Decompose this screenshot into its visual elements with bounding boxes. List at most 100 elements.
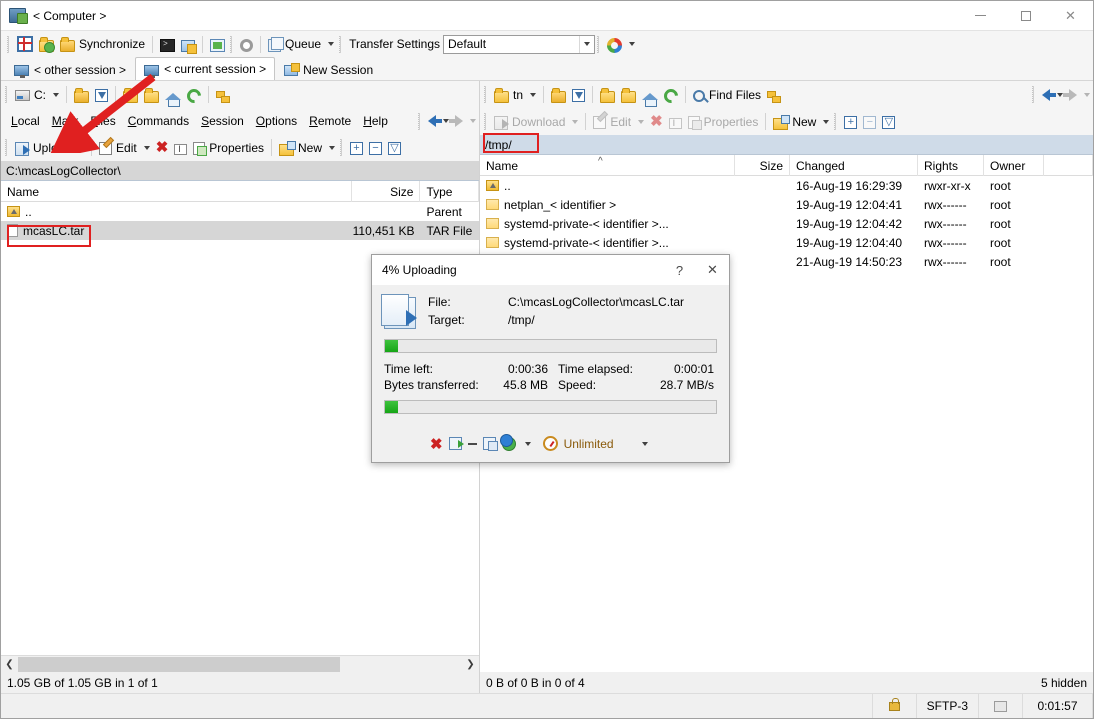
menu-options[interactable]: Options xyxy=(250,112,303,130)
dialog-file-label: File: xyxy=(428,295,508,311)
open-directory-button[interactable] xyxy=(71,83,92,106)
menu-bar: Local Mark Files Commands Session Option… xyxy=(1,108,479,134)
chevron-down-icon[interactable] xyxy=(525,442,531,446)
local-select-button[interactable]: + xyxy=(347,136,366,159)
local-properties-button[interactable]: Properties xyxy=(190,136,267,159)
session-tab-other[interactable]: < other session > xyxy=(5,58,135,80)
remote-path-bar[interactable]: /tmp/ xyxy=(480,135,1093,155)
local-column-type[interactable]: Type xyxy=(420,181,479,202)
on-completion-icon[interactable] xyxy=(502,437,516,451)
scroll-right-button[interactable]: ❯ xyxy=(462,657,479,672)
scroll-thumb[interactable] xyxy=(18,657,340,672)
remote-directory-select[interactable]: tn xyxy=(491,83,539,106)
new-directory-button[interactable] xyxy=(141,83,162,106)
rename-icon xyxy=(669,118,682,129)
status-note[interactable] xyxy=(979,694,1023,718)
synchronize-button[interactable]: Synchronize xyxy=(57,33,148,56)
local-horizontal-scrollbar[interactable]: ❮ ❯ xyxy=(1,655,479,672)
local-edit-label: Edit xyxy=(116,141,137,155)
filter-button[interactable] xyxy=(92,83,111,106)
queue-button[interactable]: Queue xyxy=(265,33,337,56)
table-row[interactable]: .. Parent xyxy=(1,202,479,221)
status-protocol[interactable]: SFTP-3 xyxy=(917,694,979,718)
dialog-help-button[interactable]: ? xyxy=(663,255,696,285)
menu-mark[interactable]: Mark xyxy=(46,112,85,130)
remote-directory-tree-button[interactable] xyxy=(764,83,784,106)
menu-local[interactable]: Local xyxy=(5,112,46,130)
remote-new-directory-button[interactable] xyxy=(618,83,639,106)
session-tab-current[interactable]: < current session > xyxy=(135,57,275,80)
folder-icon xyxy=(486,237,499,248)
table-row[interactable]: .. 16-Aug-19 16:29:39 rwxr-xr-x root xyxy=(480,176,1093,195)
local-path-bar[interactable]: C:\mcasLogCollector\ xyxy=(1,161,479,181)
remote-select-button[interactable]: + xyxy=(841,110,860,133)
menu-files[interactable]: Files xyxy=(84,112,121,130)
queue-icon[interactable] xyxy=(483,437,496,450)
scroll-track[interactable] xyxy=(18,657,462,672)
maximize-button[interactable] xyxy=(1003,1,1048,30)
remote-column-rights[interactable]: Rights xyxy=(918,155,984,176)
local-unselect-button[interactable]: − xyxy=(366,136,385,159)
transfer-settings-select[interactable]: Default xyxy=(443,35,595,54)
home-directory-button[interactable] xyxy=(162,83,184,106)
local-new-button[interactable]: New xyxy=(276,136,338,159)
refresh-color-icon xyxy=(607,38,622,53)
local-selection-filter-button[interactable]: ▽ xyxy=(385,136,404,159)
speed-limit-icon[interactable] xyxy=(543,436,558,451)
local-delete-button[interactable]: ✖ xyxy=(153,136,172,159)
remote-row-1-changed: 19-Aug-19 12:04:41 xyxy=(790,198,918,212)
find-files-button[interactable]: Find Files xyxy=(690,83,764,106)
refresh-button[interactable] xyxy=(184,83,204,106)
open-terminal-button[interactable] xyxy=(157,33,178,56)
keep-remote-dir-updated-button[interactable] xyxy=(207,33,228,56)
open-in-putty-button[interactable] xyxy=(178,33,198,56)
remote-column-size[interactable]: Size xyxy=(735,155,790,176)
menu-remote[interactable]: Remote xyxy=(303,112,357,130)
refresh-color-button[interactable] xyxy=(604,33,638,56)
sync-panes-button[interactable] xyxy=(14,33,36,56)
remote-back-button[interactable] xyxy=(1039,83,1066,106)
parent-directory-button[interactable] xyxy=(120,83,141,106)
close-button[interactable]: ✕ xyxy=(1048,1,1093,30)
remote-selection-filter-button[interactable]: ▽ xyxy=(879,110,898,133)
upload-button[interactable]: Upload xyxy=(12,136,87,159)
local-edit-button[interactable]: Edit xyxy=(96,136,153,159)
minimize-icon[interactable] xyxy=(468,443,477,445)
minimize-button[interactable] xyxy=(958,1,1003,30)
remote-column-owner[interactable]: Owner xyxy=(984,155,1044,176)
chevron-down-icon xyxy=(329,146,335,150)
table-row[interactable]: systemd-private-< identifier >... 19-Aug… xyxy=(480,233,1093,252)
scroll-left-button[interactable]: ❮ xyxy=(1,657,18,672)
chevron-down-icon[interactable] xyxy=(642,442,648,446)
remote-home-button[interactable] xyxy=(639,83,661,106)
skip-icon[interactable] xyxy=(449,437,462,450)
transfer-settings-label: Transfer Settings xyxy=(349,37,440,51)
remote-filter-button[interactable] xyxy=(569,83,588,106)
chevron-down-icon[interactable] xyxy=(579,36,594,53)
back-button[interactable] xyxy=(425,110,452,133)
remote-open-directory-button[interactable] xyxy=(548,83,569,106)
remote-column-name[interactable]: Name ^ xyxy=(480,155,735,176)
directory-tree-button[interactable] xyxy=(213,83,233,106)
menu-commands[interactable]: Commands xyxy=(122,112,195,130)
cancel-icon[interactable]: ✖ xyxy=(430,435,443,453)
table-row[interactable]: mcasLC.tar 1,110,451 KB TAR File xyxy=(1,221,479,240)
table-row[interactable]: netplan_< identifier > 19-Aug-19 12:04:4… xyxy=(480,195,1093,214)
menu-help[interactable]: Help xyxy=(357,112,394,130)
synchronize-browsing-button[interactable] xyxy=(36,33,57,56)
local-column-name[interactable]: Name xyxy=(1,181,352,202)
remote-refresh-button[interactable] xyxy=(661,83,681,106)
table-row[interactable]: systemd-private-< identifier >... 19-Aug… xyxy=(480,214,1093,233)
dialog-close-button[interactable]: ✕ xyxy=(696,255,729,285)
local-drive-select[interactable]: C: xyxy=(12,83,62,106)
status-lock[interactable] xyxy=(873,694,917,718)
remote-parent-directory-button[interactable] xyxy=(597,83,618,106)
remote-column-changed[interactable]: Changed xyxy=(790,155,918,176)
session-tab-new[interactable]: New Session xyxy=(275,58,382,80)
plus-icon: + xyxy=(844,116,857,129)
preferences-button[interactable] xyxy=(237,33,256,56)
local-rename-button[interactable] xyxy=(171,136,190,159)
local-column-size[interactable]: Size xyxy=(352,181,420,202)
menu-session[interactable]: Session xyxy=(195,112,250,130)
remote-new-button[interactable]: New xyxy=(770,110,832,133)
